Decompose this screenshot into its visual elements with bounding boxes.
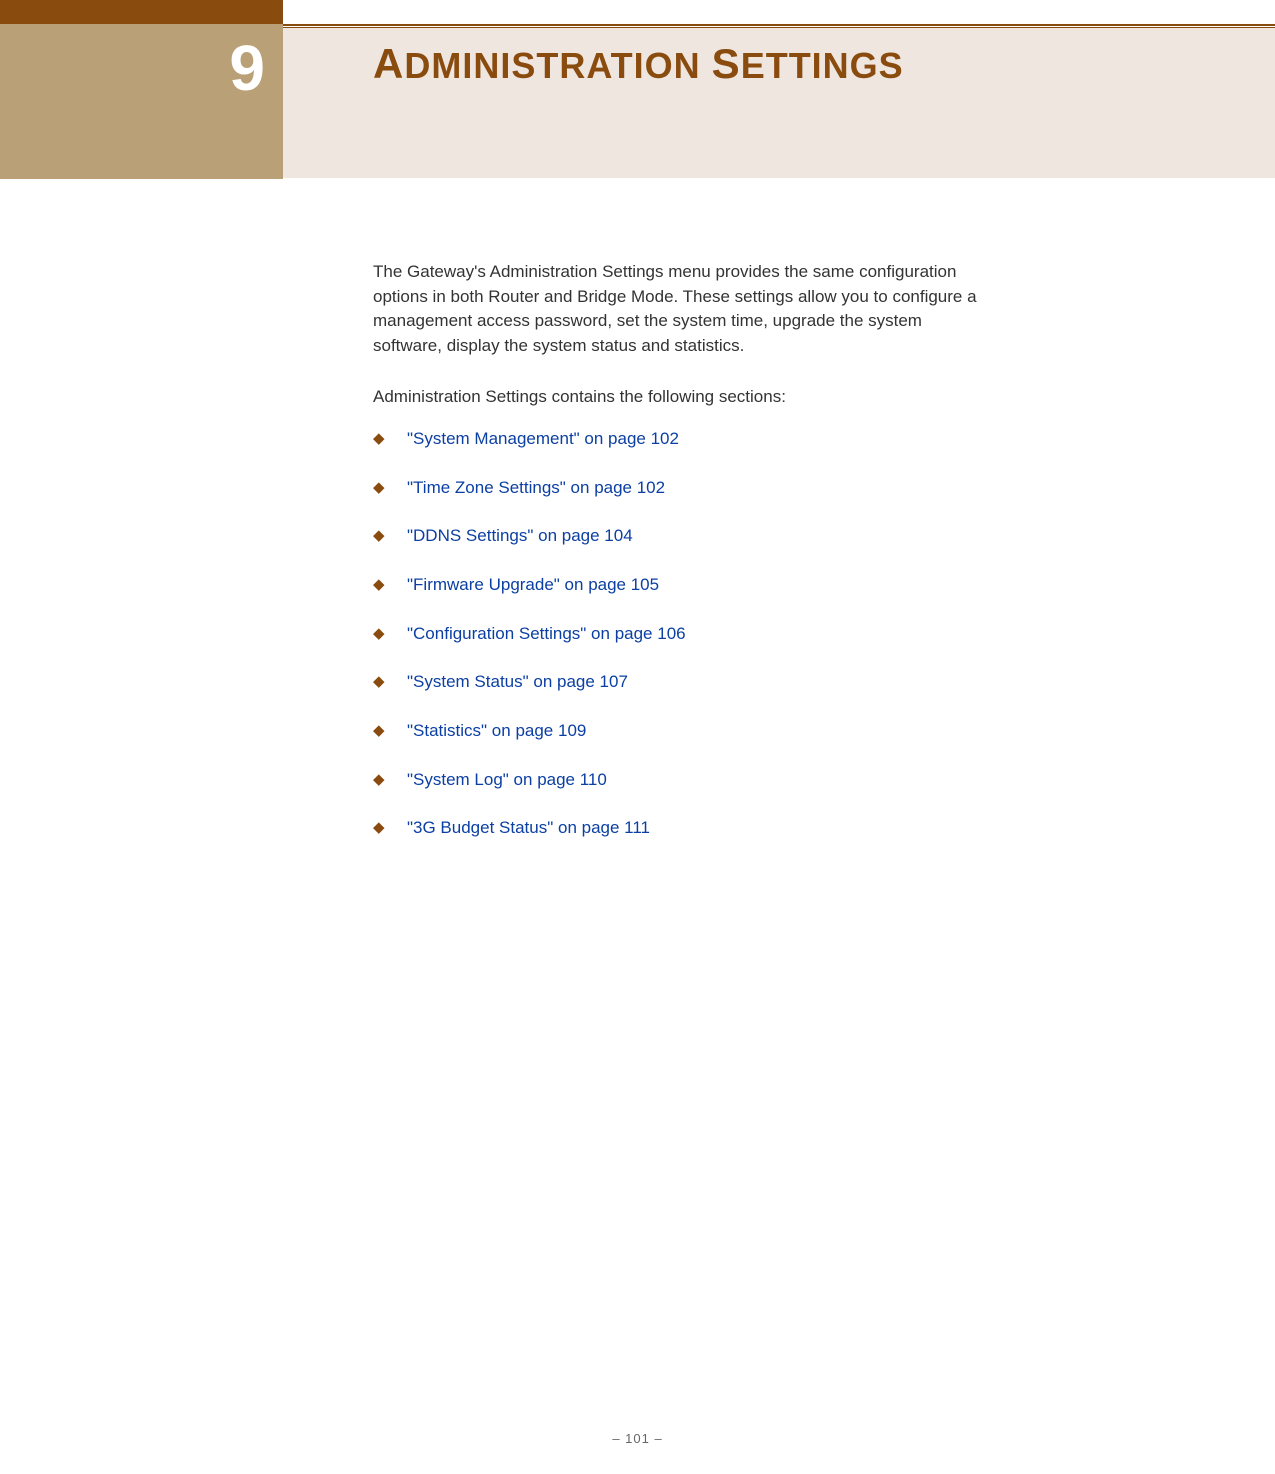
chapter-title-word-1: DMINISTRATION (404, 45, 700, 86)
list-item: "3G Budget Status" on page 111 (373, 816, 993, 841)
list-item: "System Status" on page 107 (373, 670, 993, 695)
link-configuration-settings[interactable]: "Configuration Settings" on page 106 (407, 624, 686, 643)
chapter-number: 9 (229, 36, 265, 100)
intro-paragraph: The Gateway's Administration Settings me… (373, 260, 993, 359)
chapter-title-word-2: ETTINGS (741, 45, 904, 86)
list-item: "System Log" on page 110 (373, 768, 993, 793)
toc-list: "System Management" on page 102 "Time Zo… (373, 427, 993, 841)
link-system-status[interactable]: "System Status" on page 107 (407, 672, 628, 691)
content-area: The Gateway's Administration Settings me… (373, 260, 993, 865)
list-item: "DDNS Settings" on page 104 (373, 524, 993, 549)
link-system-management[interactable]: "System Management" on page 102 (407, 429, 679, 448)
list-item: "Time Zone Settings" on page 102 (373, 476, 993, 501)
page-footer: – 101 – (0, 1431, 1275, 1446)
chapter-title-cap-2: S (712, 40, 741, 87)
link-system-log[interactable]: "System Log" on page 110 (407, 770, 607, 789)
list-item: "Configuration Settings" on page 106 (373, 622, 993, 647)
list-item: "Firmware Upgrade" on page 105 (373, 573, 993, 598)
top-accent-block (0, 0, 283, 24)
sections-heading: Administration Settings contains the fol… (373, 385, 993, 410)
chapter-title: ADMINISTRATION SETTINGS (373, 40, 904, 88)
list-item: "System Management" on page 102 (373, 427, 993, 452)
chapter-title-cap-1: A (373, 40, 404, 87)
list-item: "Statistics" on page 109 (373, 719, 993, 744)
link-firmware-upgrade[interactable]: "Firmware Upgrade" on page 105 (407, 575, 659, 594)
chapter-number-block: 9 (0, 24, 283, 179)
link-ddns-settings[interactable]: "DDNS Settings" on page 104 (407, 526, 633, 545)
link-time-zone-settings[interactable]: "Time Zone Settings" on page 102 (407, 478, 665, 497)
link-statistics[interactable]: "Statistics" on page 109 (407, 721, 586, 740)
link-3g-budget-status[interactable]: "3G Budget Status" on page 111 (407, 818, 650, 837)
